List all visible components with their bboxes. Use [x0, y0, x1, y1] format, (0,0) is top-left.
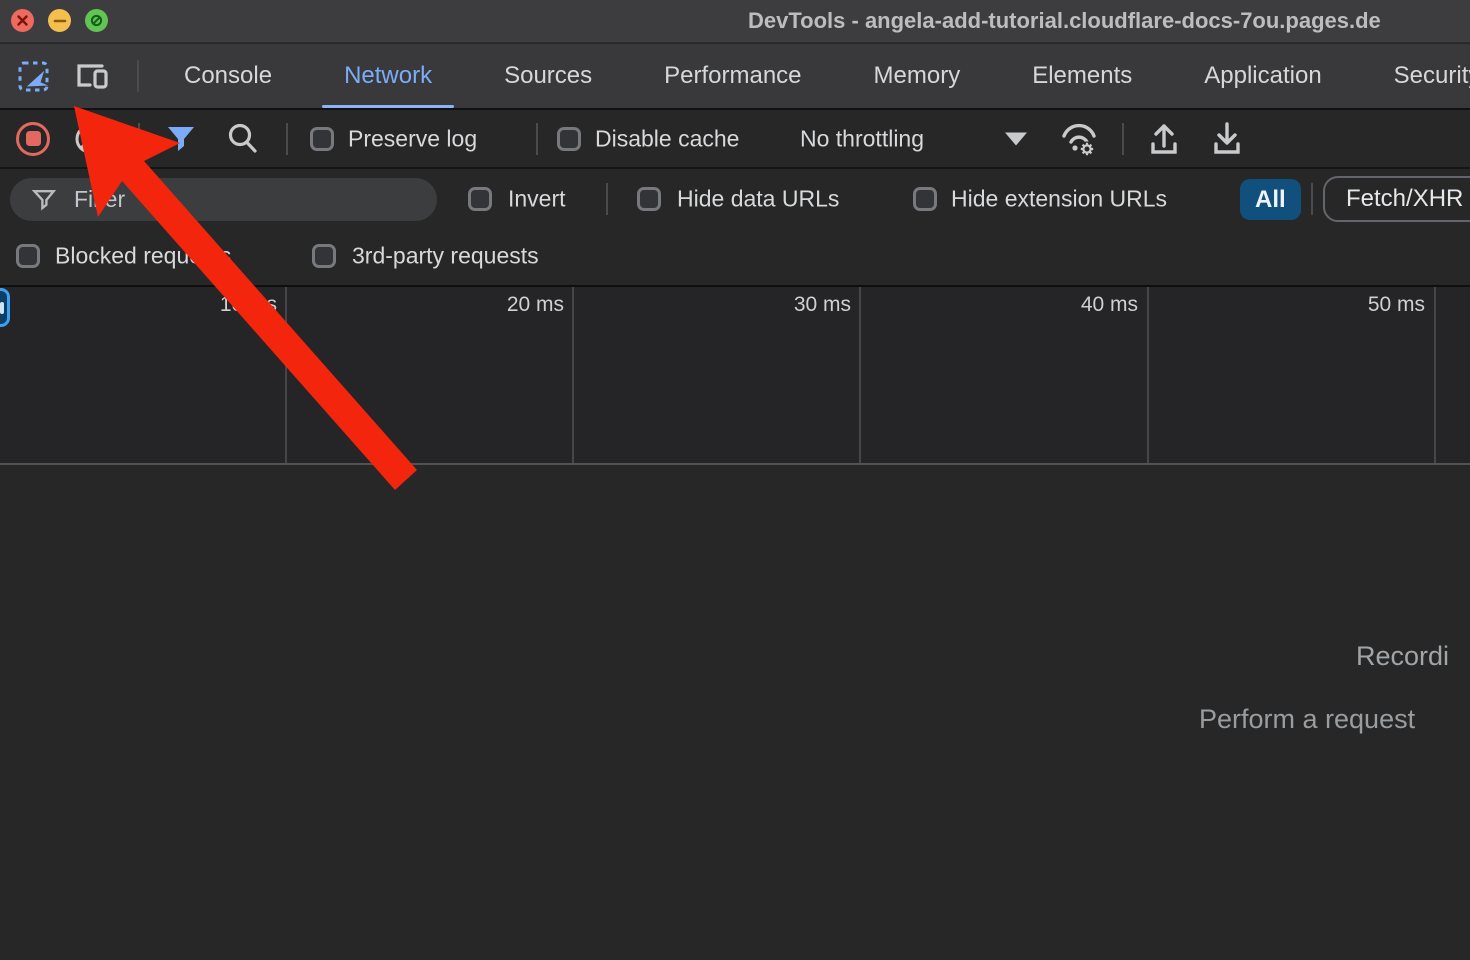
tab-memory[interactable]: Memory [838, 44, 997, 108]
preserve-log-checkbox[interactable] [310, 127, 334, 151]
gridline [285, 287, 287, 463]
funnel-outline-icon [32, 189, 56, 211]
separator [286, 123, 288, 155]
export-har-button[interactable] [1209, 122, 1245, 156]
invert-label[interactable]: Invert [508, 186, 566, 213]
separator [1122, 123, 1124, 155]
download-icon [1209, 122, 1245, 156]
separator [137, 60, 139, 92]
third-party-requests-label[interactable]: 3rd-party requests [352, 243, 539, 270]
inspect-element-button[interactable] [16, 57, 54, 95]
clear-network-log-button[interactable] [74, 123, 106, 155]
disable-cache-label[interactable]: Disable cache [595, 125, 739, 152]
tab-sources[interactable]: Sources [468, 44, 628, 108]
minimize-button[interactable] [48, 9, 71, 32]
tick-50ms: 50 ms [1295, 293, 1425, 317]
tick-20ms: 20 ms [434, 293, 564, 317]
empty-panel-recording-text: Recordi [1356, 641, 1449, 672]
disable-cache-checkbox[interactable] [557, 127, 581, 151]
hide-extension-urls-checkbox[interactable] [913, 187, 937, 211]
tab-network[interactable]: Network [308, 44, 468, 108]
gridline [1434, 287, 1436, 463]
search-button[interactable] [226, 122, 260, 156]
network-toolbar: Preserve log Disable cache No throttling [0, 110, 1470, 169]
network-filter-row-2: Blocked requests 3rd-party requests [0, 227, 1470, 285]
tab-performance[interactable]: Performance [628, 44, 837, 108]
gridline [1147, 287, 1149, 463]
tick-10ms: 10 ms [147, 293, 277, 317]
toggle-device-toolbar-button[interactable] [72, 59, 112, 93]
throttling-select[interactable]: No throttling [800, 125, 924, 152]
record-network-log-button[interactable] [16, 122, 50, 156]
tab-security[interactable]: Security [1358, 44, 1470, 108]
tick-30ms: 30 ms [721, 293, 851, 317]
handle-grip [0, 302, 4, 314]
empty-panel-hint-text: Perform a request [1199, 704, 1415, 735]
gridline [859, 287, 861, 463]
blocked-requests-label[interactable]: Blocked requests [55, 243, 231, 270]
search-icon [226, 122, 260, 156]
zoom-button[interactable] [85, 9, 108, 32]
import-har-button[interactable] [1146, 122, 1182, 156]
filter-toggle-button[interactable] [166, 126, 196, 152]
network-filter-row: Filter Invert Hide data URLs Hide extens… [0, 171, 1470, 227]
inspect-cursor-icon [16, 57, 54, 95]
separator [536, 123, 538, 155]
panel-tabs: Console Network Sources Performance Memo… [148, 44, 1470, 108]
tick-40ms: 40 ms [1008, 293, 1138, 317]
overview-left-handle[interactable] [0, 288, 10, 327]
gridline [572, 287, 574, 463]
close-button[interactable] [11, 9, 34, 32]
zoom-icon [90, 14, 103, 27]
separator [606, 183, 608, 215]
close-icon [17, 15, 28, 26]
tab-application[interactable]: Application [1168, 44, 1357, 108]
tab-console[interactable]: Console [148, 44, 308, 108]
funnel-icon [166, 126, 196, 152]
device-toolbar-icon [72, 59, 112, 93]
window-title: DevTools - angela-add-tutorial.cloudflar… [748, 8, 1381, 34]
devtools-window: DevTools - angela-add-tutorial.cloudflar… [0, 0, 1470, 960]
devtools-tab-bar: Console Network Sources Performance Memo… [0, 44, 1470, 110]
hide-data-urls-label[interactable]: Hide data URLs [677, 186, 839, 213]
hide-data-urls-checkbox[interactable] [637, 187, 661, 211]
separator [1311, 183, 1313, 215]
upload-icon [1146, 122, 1182, 156]
separator [138, 123, 140, 155]
tab-elements[interactable]: Elements [996, 44, 1168, 108]
blocked-requests-checkbox[interactable] [16, 244, 40, 268]
filter-chip-fetch-xhr[interactable]: Fetch/XHR [1323, 176, 1470, 222]
minimize-icon [54, 19, 66, 23]
network-conditions-button[interactable] [1058, 121, 1100, 157]
wifi-gear-icon [1058, 121, 1100, 157]
filter-placeholder: Filter [74, 186, 125, 213]
chevron-down-icon[interactable] [1005, 132, 1027, 145]
filter-chip-all[interactable]: All [1240, 179, 1301, 220]
invert-checkbox[interactable] [468, 187, 492, 211]
preserve-log-label[interactable]: Preserve log [348, 125, 477, 152]
title-bar: DevTools - angela-add-tutorial.cloudflar… [0, 0, 1470, 43]
third-party-requests-checkbox[interactable] [312, 244, 336, 268]
circle-slash-icon [74, 123, 106, 155]
network-overview-timeline[interactable]: 10 ms 20 ms 30 ms 40 ms 50 ms [0, 285, 1470, 465]
hide-extension-urls-label[interactable]: Hide extension URLs [951, 186, 1167, 213]
stop-record-icon [26, 131, 41, 146]
filter-input[interactable]: Filter [10, 178, 437, 221]
